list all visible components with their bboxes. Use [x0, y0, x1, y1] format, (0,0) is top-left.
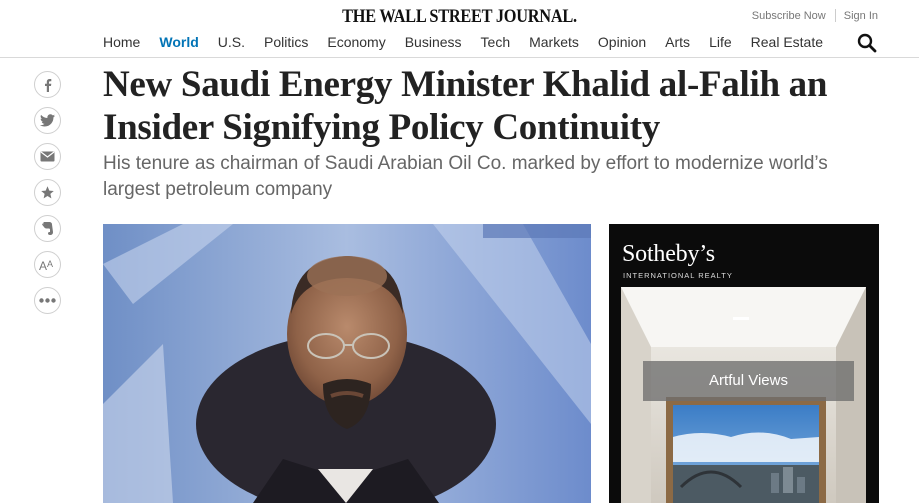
masthead: THE WALL STREET JOURNAL. Subscribe Now S… [0, 0, 919, 58]
more-icon[interactable] [34, 287, 61, 314]
nav-politics[interactable]: Politics [264, 34, 308, 50]
nav-arts[interactable]: Arts [665, 34, 690, 50]
nav-us[interactable]: U.S. [218, 34, 245, 50]
twitter-icon[interactable] [34, 107, 61, 134]
search-icon[interactable] [857, 33, 877, 53]
article-dek: His tenure as chairman of Saudi Arabian … [103, 153, 828, 200]
nav-opinion[interactable]: Opinion [598, 34, 646, 50]
email-icon[interactable] [34, 143, 61, 170]
sothebys-ad[interactable]: Sotheby’s INTERNATIONAL REALTY Artful Vi… [609, 224, 879, 503]
facebook-icon[interactable] [34, 71, 61, 98]
nav-real-estate[interactable]: Real Estate [751, 34, 823, 50]
ad-brand: Sotheby’s [622, 241, 715, 267]
nav-life[interactable]: Life [709, 34, 732, 50]
share-rail: AA [34, 71, 61, 323]
account-links: Subscribe Now Sign In [752, 9, 878, 22]
subscribe-link[interactable]: Subscribe Now [752, 10, 826, 22]
ad-tagline: INTERNATIONAL REALTY [623, 271, 733, 280]
lead-photo[interactable] [103, 224, 591, 503]
bookmark-star-icon[interactable] [34, 179, 61, 206]
nav-world[interactable]: World [159, 34, 198, 50]
svg-text:A: A [47, 259, 53, 269]
nav-home[interactable]: Home [103, 34, 140, 50]
sign-in-link[interactable]: Sign In [844, 10, 878, 22]
divider [834, 9, 836, 22]
nav-markets[interactable]: Markets [529, 34, 579, 50]
ad-caption: Artful Views [643, 361, 854, 401]
nav-economy[interactable]: Economy [327, 34, 385, 50]
nav-tech[interactable]: Tech [481, 34, 511, 50]
nav-business[interactable]: Business [405, 34, 462, 50]
text-size-icon[interactable]: AA [34, 251, 61, 278]
evernote-icon[interactable] [34, 215, 61, 242]
lead-photo-image [103, 224, 591, 503]
svg-text:A: A [39, 259, 47, 271]
article-headline: New Saudi Energy Minister Khalid al-Fali… [103, 64, 828, 148]
main-nav: Home World U.S. Politics Economy Busines… [103, 34, 842, 50]
